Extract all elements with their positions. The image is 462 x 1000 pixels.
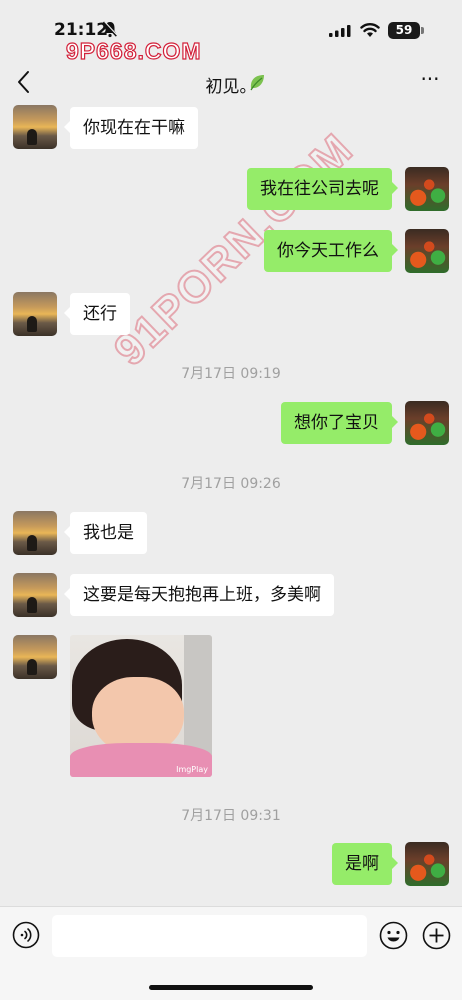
image-message[interactable]: ImgPlay (70, 635, 212, 777)
battery-cap (421, 27, 424, 34)
contact-avatar[interactable] (13, 573, 57, 617)
outgoing-message[interactable]: 我在往公司去呢 (247, 168, 398, 210)
contact-avatar[interactable] (13, 511, 57, 555)
incoming-message[interactable]: 这要是每天抱抱再上班，多美啊 (64, 574, 334, 616)
chat-title: 初见。 (0, 72, 462, 97)
signal-icon (329, 25, 351, 37)
emoji-icon[interactable] (379, 921, 408, 950)
message-timestamp: 7月17日 09:26 (181, 476, 281, 492)
plus-icon[interactable] (422, 921, 451, 950)
image-tag: ImgPlay (176, 765, 208, 774)
my-avatar[interactable] (405, 842, 449, 886)
status-bar: 21:12 9P668.COM 59 (0, 0, 462, 65)
incoming-message[interactable]: 还行 (64, 293, 130, 335)
contact-avatar[interactable] (13, 105, 57, 149)
battery-level: 59 (388, 22, 420, 39)
wifi-icon (360, 23, 380, 37)
my-avatar[interactable] (405, 167, 449, 211)
incoming-message[interactable]: 你现在在干嘛 (64, 107, 198, 149)
bell-muted-icon (102, 21, 118, 38)
chat-header: 初见。 ··· (0, 60, 462, 104)
voice-icon[interactable] (12, 921, 40, 949)
leaf-icon (250, 75, 264, 91)
input-bar (0, 906, 462, 1000)
my-avatar[interactable] (405, 229, 449, 273)
contact-avatar[interactable] (13, 292, 57, 336)
message-input[interactable] (52, 915, 367, 957)
status-time: 21:12 (54, 20, 109, 40)
more-icon[interactable]: ··· (418, 69, 442, 92)
contact-avatar[interactable] (13, 635, 57, 679)
my-avatar[interactable] (405, 401, 449, 445)
outgoing-message[interactable]: 你今天工作么 (264, 230, 398, 272)
outgoing-message[interactable]: 想你了宝贝 (281, 402, 398, 444)
message-timestamp: 7月17日 09:31 (181, 808, 281, 824)
outgoing-message[interactable]: 是啊 (332, 843, 398, 885)
home-indicator[interactable] (149, 985, 313, 990)
message-timestamp: 7月17日 09:19 (181, 366, 281, 382)
incoming-message[interactable]: 我也是 (64, 512, 147, 554)
